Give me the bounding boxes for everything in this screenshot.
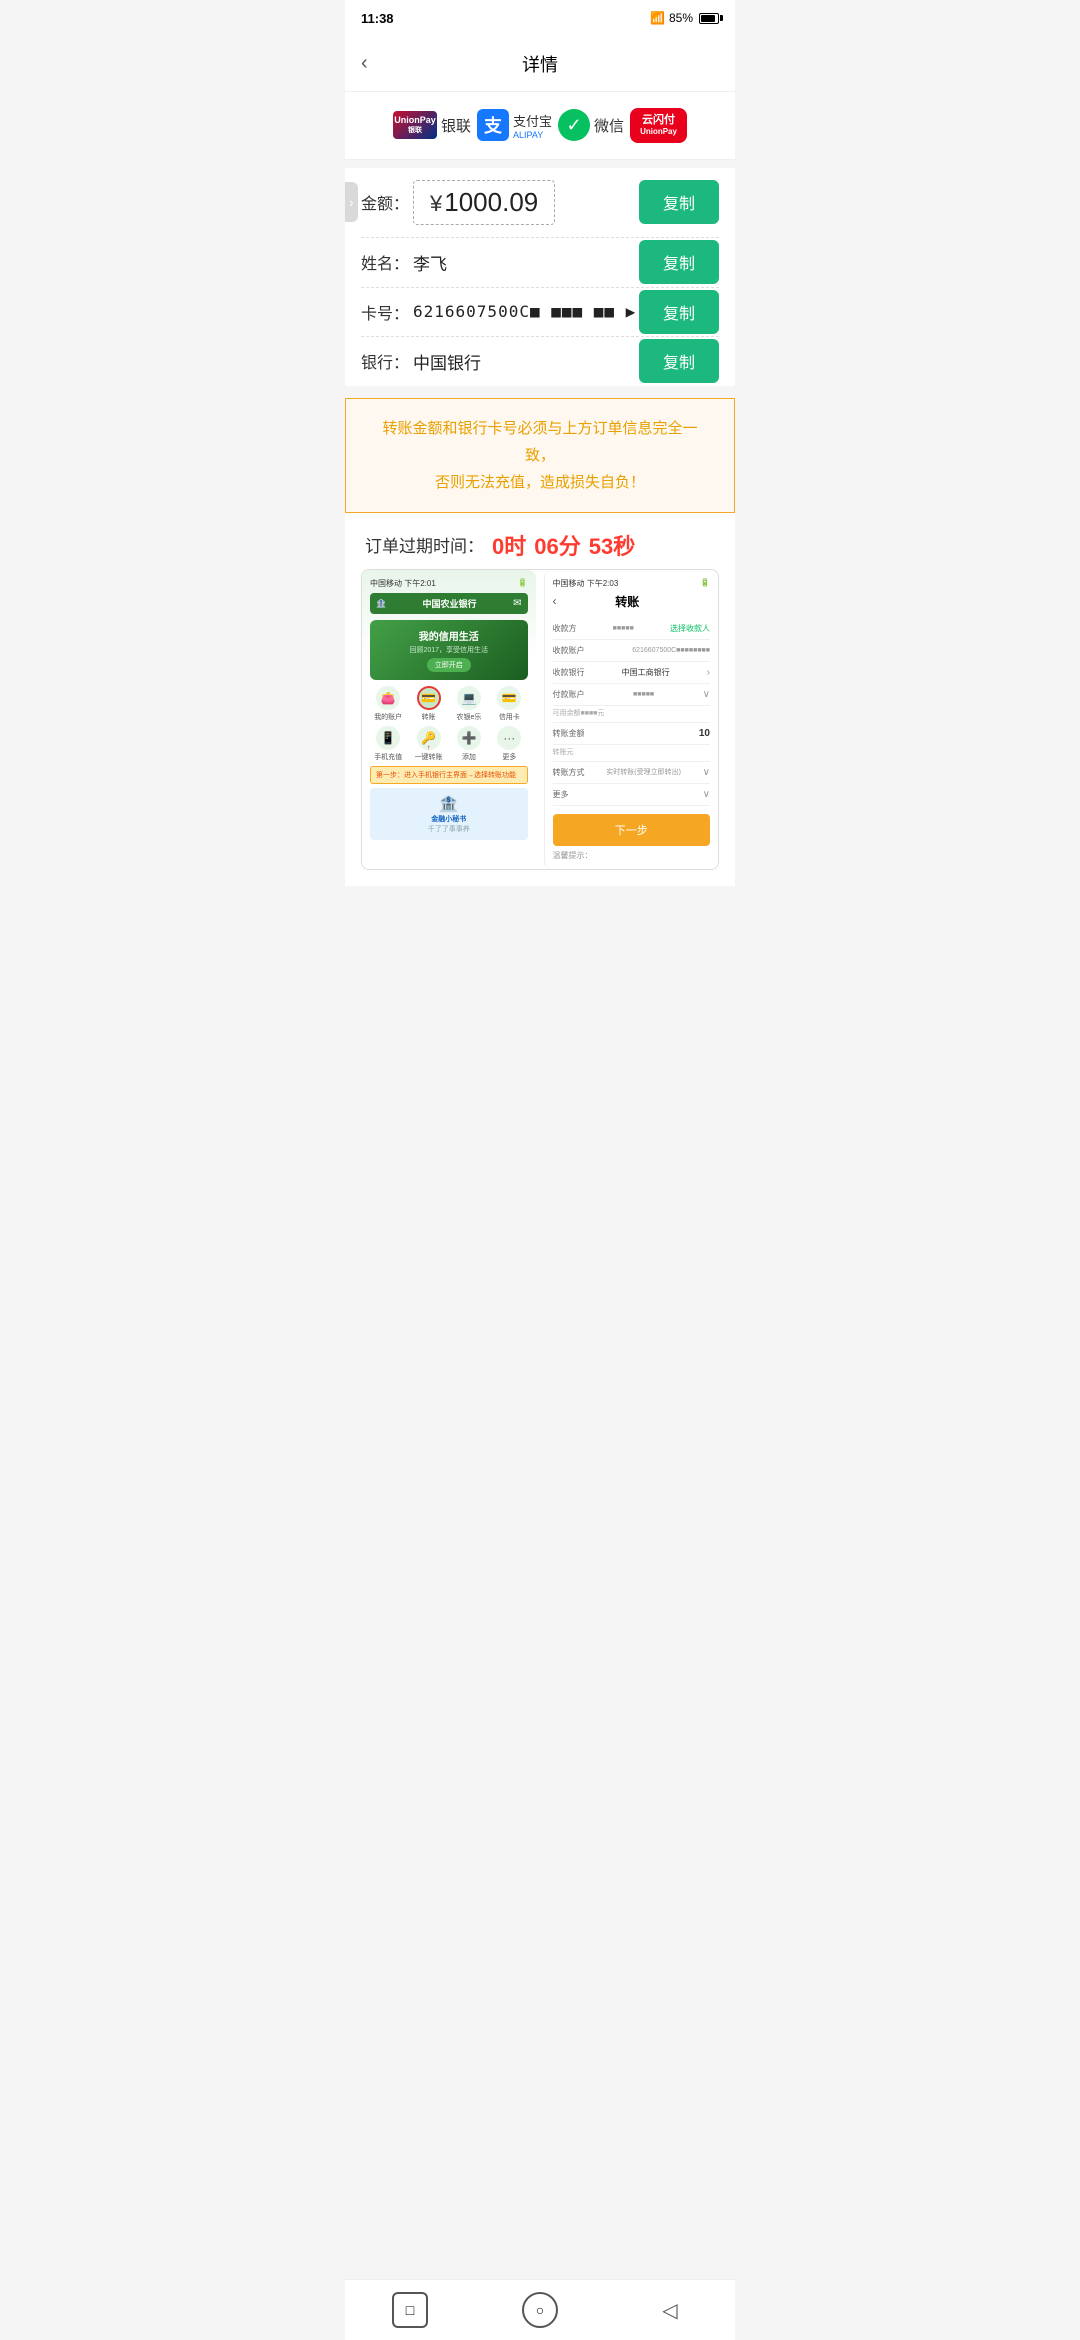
warning-line2: 致，	[525, 447, 555, 464]
header: ‹ 详情	[345, 36, 735, 92]
wechat-icon: ✓	[558, 109, 590, 141]
timer-minutes: 06分	[534, 529, 580, 561]
left-phone-status: 中国移动 下午2:01 🔋	[370, 578, 528, 589]
form-row-amount: 转账金额 10	[553, 723, 711, 745]
amount-label: 金额：	[361, 190, 413, 214]
warning-line3: 否则无法充值，造成损失自负！	[435, 474, 645, 491]
right-phone-status: 中国移动 下午2:03 🔋	[553, 578, 711, 589]
status-time: 11:38	[361, 11, 394, 26]
card-copy-button[interactable]: 复制	[639, 290, 719, 334]
back-nav-button[interactable]: ◁	[652, 2292, 688, 2328]
balance-hint: 可用余额■■■■元	[553, 706, 711, 723]
form-row-more: 更多 ∨	[553, 784, 711, 806]
form-row-bank: 收款银行 中国工商银行 ›	[553, 662, 711, 684]
card-value: 6216607500C■ ■■■ ■■ ▶	[413, 302, 636, 321]
next-step-button[interactable]: 下一步	[553, 814, 711, 846]
currency-symbol: ¥	[430, 191, 442, 216]
bottom-nav: □ ○ ◁	[345, 2279, 735, 2340]
home-nav-button[interactable]: ○	[522, 2292, 558, 2328]
square-nav-button[interactable]: □	[392, 2292, 428, 2328]
card-row: 卡号： 6216607500C■ ■■■ ■■ ▶ 复制	[361, 288, 719, 337]
battery-text: 85%	[669, 11, 693, 25]
amount-copy-button[interactable]: 复制	[639, 180, 719, 224]
name-label: 姓名：	[361, 250, 413, 274]
card-label: 卡号：	[361, 300, 413, 324]
abc-bank-header: 🏦 中国农业银行 ✉	[370, 593, 528, 614]
wechat-label: 微信	[594, 115, 624, 136]
form-row-payee: 收款方 ■■■■■ 选择收款人	[553, 618, 711, 640]
name-copy-button[interactable]: 复制	[639, 240, 719, 284]
tutorial-section: 中国移动 下午2:01 🔋 🏦 中国农业银行 ✉ 我的信用生活 回顾2017，享…	[345, 569, 735, 886]
transfer-icon-item: 💳 转账	[410, 686, 446, 722]
warning-text: 转账金额和银行卡号必须与上方订单信息完全一 致， 否则无法充值，造成损失自负！	[362, 415, 718, 496]
back-button[interactable]: ‹	[361, 48, 376, 79]
form-row-payer: 付款账户 ■■■■■ ∨	[553, 684, 711, 706]
timer-section: 订单过期时间： 0时 06分 53秒	[345, 513, 735, 569]
ebank-icon-item: 💻 农银e乐	[451, 686, 487, 722]
form-row-method: 转账方式 实时转账(受理立即转出) ∨	[553, 762, 711, 784]
bank-label: 银行：	[361, 349, 413, 373]
amount-value: 1000.09	[444, 187, 538, 217]
warning-box: 转账金额和银行卡号必须与上方订单信息完全一 致， 否则无法充值，造成损失自负！	[345, 398, 735, 513]
step-text: 第一步：进入手机银行主界面→选择转账功能	[370, 766, 528, 784]
timer-label: 订单过期时间：	[365, 532, 484, 557]
abc-icon-grid-1: 👛 我的账户 💳 转账 💻 农银e乐 💳 信用卡	[370, 686, 528, 722]
amount-box: ¥1000.09	[413, 180, 555, 225]
hint-text: 温馨提示：	[553, 850, 711, 861]
timer-seconds: 53秒	[589, 529, 635, 561]
battery-icon	[699, 13, 719, 24]
credit-life-box: 我的信用生活 回顾2017，享受信用生活 立即开启	[370, 620, 528, 680]
page-title: 详情	[522, 51, 558, 77]
status-bar: 11:38 📶 85%	[345, 0, 735, 36]
mobile-recharge-item: 📱 手机充值	[370, 726, 406, 762]
info-section: › 金额： ¥1000.09 复制 姓名： 李飞 复制 卡号： 62166075…	[345, 168, 735, 386]
yunpay-icon: 云闪付 UnionPay	[630, 108, 687, 143]
quick-transfer-item: 🔑 ↑ 一键转账	[410, 726, 446, 762]
name-row: 姓名： 李飞 复制	[361, 238, 719, 288]
yunpay-logo: 云闪付 UnionPay	[630, 108, 687, 143]
alipay-logo: 支 支付宝 ALIPAY	[477, 109, 552, 141]
name-value: 李飞	[413, 250, 447, 275]
tutorial-right-phone: 中国移动 下午2:03 🔋 ‹ 转账 收款方 ■■■■■ 选择收款人 收款账户 …	[544, 570, 719, 869]
add-icon-item: ➕ 添加	[451, 726, 487, 762]
timer-hours: 0时	[492, 529, 526, 561]
status-icons: 📶 85%	[650, 11, 719, 25]
payment-logos: UnionPay 银联 银联 支 支付宝 ALIPAY ✓ 微信 云闪付 Uni…	[345, 92, 735, 160]
slide-arrow[interactable]: ›	[345, 182, 358, 222]
signal-icon: 📶	[650, 11, 665, 25]
more-icon-item: ··· 更多	[491, 726, 527, 762]
bank-value: 中国银行	[413, 349, 481, 374]
rmb-hint: 转账元	[553, 745, 711, 762]
unionpay-label: 银联	[441, 115, 471, 136]
creditcard-icon-item: 💳 信用卡	[491, 686, 527, 722]
finance-book: 🏦 金融小秘书 千了了事事养	[370, 788, 528, 840]
warning-line1: 转账金额和银行卡号必须与上方订单信息完全一	[382, 420, 697, 437]
unionpay-logo: UnionPay 银联 银联	[393, 111, 471, 139]
tutorial-images: 中国移动 下午2:01 🔋 🏦 中国农业银行 ✉ 我的信用生活 回顾2017，享…	[361, 569, 719, 870]
bank-copy-button[interactable]: 复制	[639, 339, 719, 383]
wechat-logo: ✓ 微信	[558, 109, 624, 141]
transfer-header: ‹ 转账	[553, 593, 711, 610]
account-icon-item: 👛 我的账户	[370, 686, 406, 722]
form-row-account: 收款账户 6216607500C■■■■■■■■	[553, 640, 711, 662]
abc-icon-grid-2: 📱 手机充值 🔑 ↑ 一键转账 ➕ 添加 ··· 更多	[370, 726, 528, 762]
amount-row: › 金额： ¥1000.09 复制	[361, 168, 719, 238]
tutorial-left-phone: 中国移动 下午2:01 🔋 🏦 中国农业银行 ✉ 我的信用生活 回顾2017，享…	[362, 570, 536, 869]
alipay-label: 支付宝	[513, 111, 552, 130]
alipay-icon: 支	[477, 109, 509, 141]
bank-row: 银行： 中国银行 复制	[361, 337, 719, 386]
